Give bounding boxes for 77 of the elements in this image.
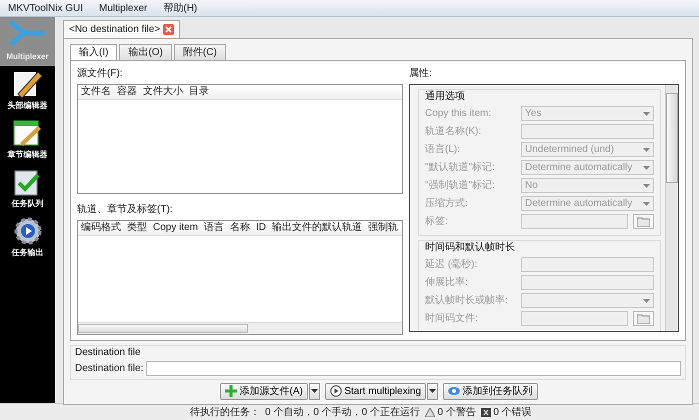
sidebar-item[interactable]: 任务输出: [0, 213, 55, 262]
track-list[interactable]: 编码格式 类型 Copy item 语言 名称 ID 输出文件的默认轨道 强制轨: [77, 220, 403, 335]
column-header[interactable]: 类型: [124, 220, 150, 235]
caret-icon: [643, 112, 650, 116]
column-header[interactable]: ID: [253, 220, 270, 235]
vertical-scrollbar[interactable]: [665, 84, 678, 330]
tab[interactable]: 输入(I): [70, 44, 118, 60]
column-header[interactable]: 强制轨: [365, 220, 402, 235]
column-header[interactable]: Copy item: [150, 220, 202, 235]
field-label: 延迟 (毫秒):: [425, 258, 478, 272]
sidebar-item[interactable]: 任务队列: [0, 164, 55, 213]
plus-icon: [225, 385, 237, 397]
caret-icon: [643, 148, 650, 152]
dropdown-caret-button[interactable]: [308, 382, 320, 400]
caret-icon: [429, 389, 436, 393]
play-circle-icon: [330, 385, 342, 397]
status-text: 0 个自动，0 个手动，0 个正在运行: [265, 406, 420, 420]
field-value: Undetermined (und): [525, 143, 614, 156]
group-title: 通用选项: [425, 90, 466, 104]
caret-icon: [643, 202, 650, 206]
field-label: 压缩方式:: [425, 196, 469, 211]
column-header[interactable]: 文件大小: [140, 84, 186, 98]
group-title: 时间码和默认帧时长: [425, 240, 516, 254]
status-label: 待执行的任务：: [190, 406, 260, 420]
column-header[interactable]: 名称: [227, 220, 254, 235]
column-header[interactable]: 输出文件的默认轨道: [269, 220, 366, 235]
menu-item[interactable]: MKVToolNix GUI: [0, 0, 92, 16]
tab-label: <No destination file>: [69, 23, 160, 36]
column-header[interactable]: 语言: [201, 220, 228, 235]
file-tab[interactable]: <No destination file>: [63, 20, 180, 38]
section-label: 属性:: [409, 66, 433, 81]
column-header[interactable]: 文件名: [78, 84, 114, 98]
field-label: Copy this item:: [425, 107, 492, 121]
action-button[interactable]: 添加到任务队列: [443, 382, 538, 400]
status-text: 0 个错误: [493, 406, 532, 420]
field-value: Determine automatically: [525, 197, 632, 210]
status-text: 0 个警告: [438, 406, 476, 420]
field-label: 时间码文件:: [425, 312, 479, 326]
dropdown-caret-button[interactable]: [427, 382, 438, 400]
action-button[interactable]: 添加源文件(A): [220, 382, 308, 400]
field-label: 标签:: [425, 214, 449, 229]
tab[interactable]: 输出(O): [119, 44, 172, 60]
column-header[interactable]: 编码格式: [78, 220, 124, 235]
column-header[interactable]: 容器: [114, 84, 140, 98]
source-file-list[interactable]: 文件名 容器 文件大小 目录: [77, 84, 403, 194]
folder-icon: [637, 216, 650, 226]
caret-icon: [643, 298, 650, 302]
sidebar-item[interactable]: 头部编辑器: [0, 66, 55, 115]
field-label: "强制轨道"标记:: [425, 178, 496, 193]
field-label: Destination file:: [75, 362, 144, 376]
menu-item[interactable]: 帮助(H): [155, 0, 206, 16]
section-label: 源文件(F):: [77, 66, 124, 81]
horizontal-scrollbar[interactable]: [78, 322, 402, 334]
caret-icon: [310, 389, 318, 393]
field-value: Determine automatically: [525, 161, 632, 174]
menu-item[interactable]: Multiplexer: [91, 0, 156, 16]
field-value: Yes: [525, 107, 542, 120]
section-label: 轨道、章节及标签(T):: [77, 202, 174, 218]
field-label: "默认轨道"标记:: [425, 160, 496, 175]
close-icon: [162, 24, 174, 35]
field-label: 语言(L):: [425, 142, 461, 157]
caret-icon: [643, 166, 650, 170]
eye-icon: [448, 385, 460, 397]
sidebar-item[interactable]: 章节编辑器: [0, 115, 55, 164]
field-label: 默认帧时长或帧率:: [425, 294, 509, 308]
folder-icon: [637, 314, 650, 324]
caret-icon: [643, 184, 650, 188]
field-value: No: [525, 179, 538, 192]
warning-icon: [425, 408, 436, 416]
input-field[interactable]: [146, 361, 681, 376]
action-button[interactable]: Start multiplexing: [324, 382, 426, 400]
error-icon: [480, 408, 491, 416]
group-title: Destination file: [75, 346, 142, 360]
tab[interactable]: 附件(C): [174, 44, 226, 60]
field-label: 伸展比率:: [425, 276, 469, 290]
field-label: 轨道名称(K):: [425, 124, 482, 139]
column-header[interactable]: 目录: [186, 84, 212, 98]
